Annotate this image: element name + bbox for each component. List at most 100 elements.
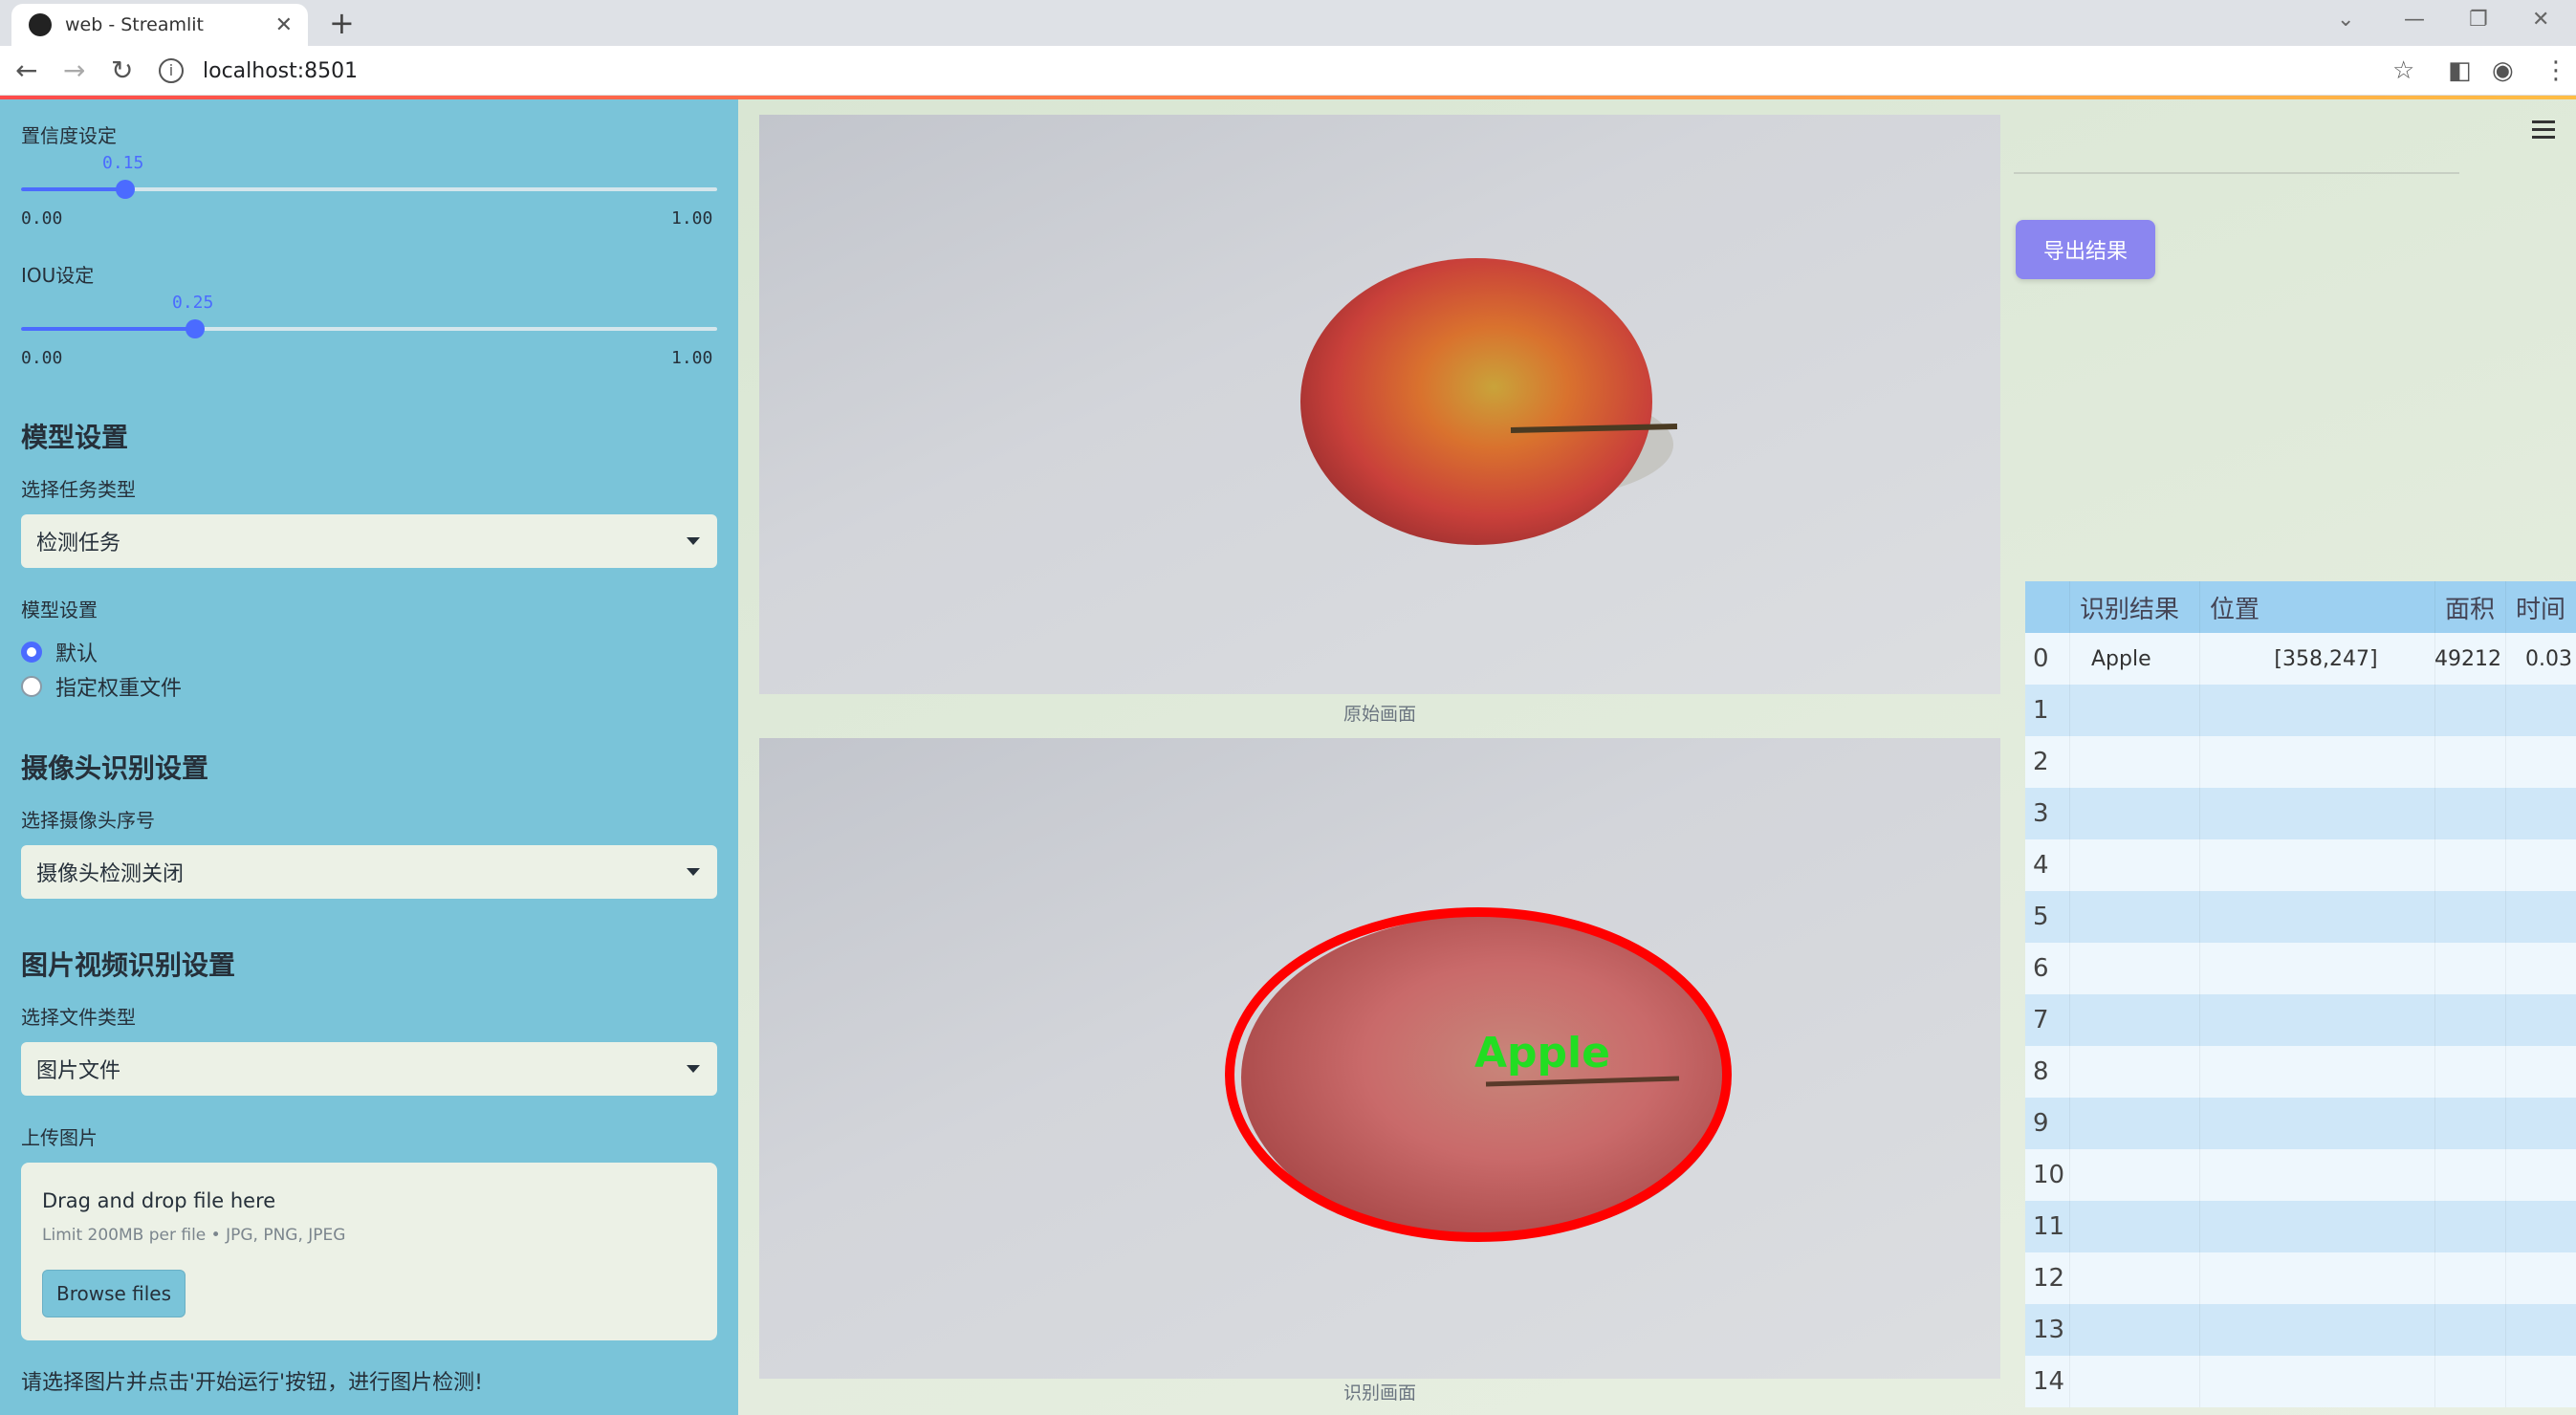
table-cell-position (2199, 943, 2434, 994)
streamlit-favicon-icon (29, 13, 52, 36)
model-settings-heading: 模型设置 (21, 422, 129, 453)
camera-index-label: 选择摄像头序号 (21, 809, 155, 832)
table-row[interactable]: 7 (2025, 994, 2576, 1046)
browser-tab[interactable]: web - Streamlit ✕ (11, 4, 308, 46)
iou-slider-thumb[interactable] (186, 319, 205, 338)
table-cell-area (2434, 994, 2505, 1046)
table-cell-result (2069, 1304, 2199, 1356)
table-cell-area (2434, 736, 2505, 788)
table-row[interactable]: 9 (2025, 1098, 2576, 1149)
table-cell-position (2199, 736, 2434, 788)
table-row[interactable]: 5 (2025, 891, 2576, 943)
table-row[interactable]: 14 (2025, 1356, 2576, 1407)
confidence-max: 1.00 (671, 208, 713, 229)
table-cell-area (2434, 1149, 2505, 1201)
row-index: 12 (2033, 1264, 2065, 1293)
table-cell-area (2434, 1252, 2505, 1304)
model-radio-custom-weights[interactable]: 指定权重文件 (21, 671, 182, 702)
row-index: 3 (2033, 799, 2049, 828)
task-type-select[interactable]: 检测任务 (21, 514, 717, 568)
table-cell-result (2069, 685, 2199, 736)
file-type-select[interactable]: 图片文件 (21, 1042, 717, 1096)
table-row[interactable]: 4 (2025, 839, 2576, 891)
row-index: 13 (2033, 1316, 2065, 1344)
model-label: 模型设置 (21, 599, 98, 621)
bookmark-star-icon[interactable]: ☆ (2392, 55, 2414, 86)
table-row[interactable]: 3 (2025, 788, 2576, 839)
hamburger-menu-icon[interactable] (2532, 120, 2555, 143)
table-row[interactable]: 6 (2025, 943, 2576, 994)
row-index: 5 (2033, 903, 2049, 931)
table-cell-time (2505, 736, 2576, 788)
table-row[interactable]: 13 (2025, 1304, 2576, 1356)
table-row[interactable]: 0 Apple [358,247] 49212 0.03 (2025, 633, 2576, 685)
column-header[interactable]: 面积 (2434, 581, 2505, 633)
minimize-icon[interactable]: — (2404, 8, 2425, 32)
column-header[interactable]: 时间 (2505, 581, 2576, 633)
window-close-icon[interactable]: ✕ (2532, 8, 2549, 32)
table-cell-position (2199, 1304, 2434, 1356)
chevron-down-icon (687, 1065, 700, 1073)
confidence-slider[interactable] (21, 180, 717, 199)
table-cell-time (2505, 1046, 2576, 1098)
camera-index-select[interactable]: 摄像头检测关闭 (21, 845, 717, 899)
restore-icon[interactable]: ❐ (2469, 8, 2488, 32)
table-cell-result (2069, 943, 2199, 994)
result-image: Apple (759, 738, 2000, 1379)
table-row[interactable]: 11 (2025, 1201, 2576, 1252)
table-row[interactable]: 2 (2025, 736, 2576, 788)
column-header[interactable]: 位置 (2199, 581, 2434, 633)
row-index: 0 (2033, 644, 2049, 673)
table-cell-time (2505, 1098, 2576, 1149)
table-row[interactable]: 12 (2025, 1252, 2576, 1304)
reload-icon[interactable]: ↻ (111, 54, 133, 88)
export-results-button[interactable]: 导出结果 (2016, 220, 2155, 279)
table-cell-time (2505, 788, 2576, 839)
row-index: 11 (2033, 1212, 2065, 1241)
row-index: 7 (2033, 1006, 2049, 1034)
table-row[interactable]: 1 (2025, 685, 2576, 736)
table-cell-result (2069, 994, 2199, 1046)
browser-toolbar: ← → ↻ i localhost:8501 ☆ ◧ ◉ ⋮ (0, 46, 2576, 96)
uploader-title: Drag and drop file here (42, 1189, 276, 1212)
radio-label: 默认 (55, 642, 98, 666)
column-header[interactable]: 识别结果 (2069, 581, 2199, 633)
row-index: 2 (2033, 748, 2049, 776)
close-icon[interactable]: ✕ (275, 13, 293, 37)
row-index: 6 (2033, 954, 2049, 983)
table-cell-result: Apple (2069, 633, 2199, 685)
table-cell-area (2434, 1098, 2505, 1149)
forward-icon[interactable]: → (63, 54, 85, 88)
table-cell-area (2434, 943, 2505, 994)
profile-avatar-icon[interactable]: ◉ (2492, 55, 2514, 86)
address-bar[interactable]: i localhost:8501 (159, 52, 2377, 90)
table-cell-position (2199, 1046, 2434, 1098)
browse-files-button[interactable]: Browse files (42, 1270, 186, 1317)
back-icon[interactable]: ← (15, 54, 37, 88)
table-row[interactable]: 8 (2025, 1046, 2576, 1098)
table-cell-position: [358,247] (2199, 633, 2434, 685)
table-cell-result (2069, 1098, 2199, 1149)
table-cell-position (2199, 1356, 2434, 1407)
iou-min: 0.00 (21, 348, 63, 368)
info-icon[interactable]: i (159, 58, 184, 83)
more-menu-icon[interactable]: ⋮ (2543, 55, 2568, 86)
confidence-slider-thumb[interactable] (116, 180, 136, 199)
table-cell-result (2069, 839, 2199, 891)
table-row[interactable]: 10 (2025, 1149, 2576, 1201)
task-type-label: 选择任务类型 (21, 478, 136, 501)
side-panel-icon[interactable]: ◧ (2448, 55, 2472, 86)
file-uploader-dropzone[interactable]: Drag and drop file here Limit 200MB per … (21, 1163, 717, 1340)
confidence-slider-fill (21, 187, 126, 191)
original-caption: 原始画面 (1343, 704, 1416, 725)
table-cell-time (2505, 1304, 2576, 1356)
chevron-down-icon[interactable]: ⌄ (2337, 8, 2354, 32)
model-radio-default[interactable]: 默认 (21, 637, 98, 667)
iou-value: 0.25 (172, 293, 214, 313)
new-tab-icon[interactable]: + (329, 6, 355, 40)
table-cell-result (2069, 736, 2199, 788)
iou-slider[interactable] (21, 319, 717, 338)
main-content: 原始画面 Apple 识别画面 导出结果 识别结果 位置 面积 时间 0 Apple [35… (738, 99, 2576, 1415)
chevron-down-icon (687, 868, 700, 876)
table-cell-time (2505, 891, 2576, 943)
